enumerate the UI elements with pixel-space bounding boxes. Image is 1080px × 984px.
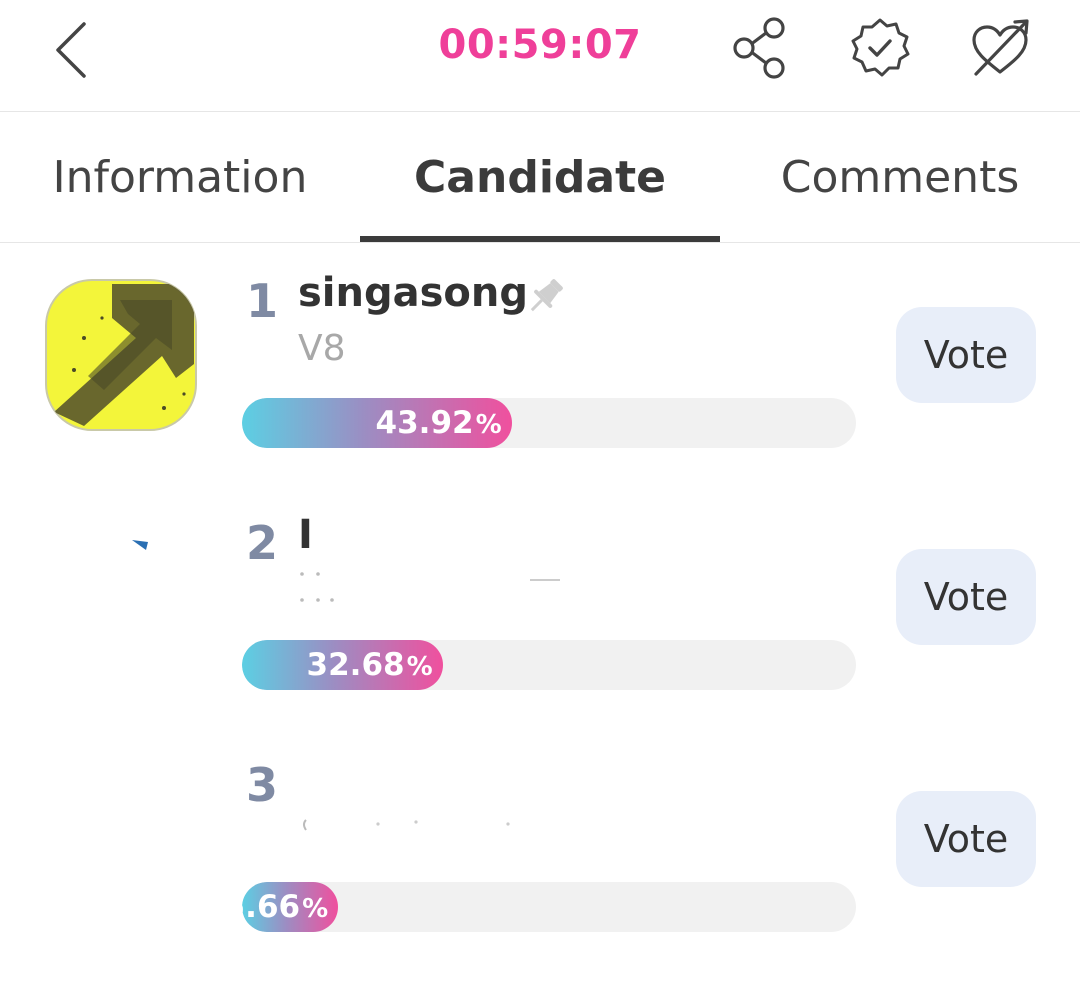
vote-percent-value: 32.68 xyxy=(306,647,405,683)
candidate-rank: 2 xyxy=(245,516,278,570)
vote-button[interactable]: Vote xyxy=(896,307,1036,403)
vote-progress-bar: 15.66% xyxy=(242,882,856,932)
faint-artifacts xyxy=(298,808,538,838)
vote-progress-bar: 32.68% xyxy=(242,640,856,690)
candidate-avatar[interactable] xyxy=(44,520,198,674)
candidate-row: 1 singasong V8 43.92% Vote xyxy=(0,258,1080,500)
tab-comments[interactable]: Comments xyxy=(720,112,1080,242)
countdown-timer: 00:59:07 xyxy=(438,22,642,68)
heart-arrow-icon xyxy=(972,19,1029,76)
tab-candidate[interactable]: Candidate xyxy=(360,112,720,242)
top-bar: 00:59:07 xyxy=(0,0,1080,112)
candidate-rank: 1 xyxy=(245,274,278,328)
candidate-avatar[interactable] xyxy=(44,278,198,432)
verified-button[interactable] xyxy=(846,14,914,82)
vote-percent-label: 32.68% xyxy=(307,640,433,690)
candidate-name: singasong xyxy=(298,270,529,316)
tab-information[interactable]: Information xyxy=(0,112,360,242)
candidate-rank: 3 xyxy=(245,758,278,812)
share-button[interactable] xyxy=(726,14,794,82)
faint-artifacts xyxy=(298,516,594,606)
vote-percent-value: 15.66 xyxy=(242,889,301,925)
vote-button[interactable]: Vote xyxy=(896,549,1036,645)
cheer-button[interactable] xyxy=(966,14,1034,82)
candidate-row: 2 I 32.68% Vote xyxy=(0,500,1080,742)
candidate-avatar[interactable] xyxy=(44,762,198,916)
vote-percent-label: 43.92% xyxy=(376,398,502,448)
vote-progress-bar: 43.92% xyxy=(242,398,856,448)
verified-badge-icon xyxy=(851,18,910,77)
vote-button[interactable]: Vote xyxy=(896,791,1036,887)
vote-percent-value: 43.92 xyxy=(375,405,474,441)
vote-page: 00:59:07 Information Candidate Comments … xyxy=(0,0,1080,984)
blank-avatar-icon xyxy=(132,540,148,550)
share-icon xyxy=(733,17,785,79)
active-tab-indicator xyxy=(360,236,720,242)
pin-icon xyxy=(524,274,568,318)
tab-bar: Information Candidate Comments xyxy=(0,112,1080,243)
blank-avatar-icon xyxy=(44,762,198,916)
percent-sign: % xyxy=(406,652,433,682)
percent-sign: % xyxy=(302,894,329,924)
percent-sign: % xyxy=(475,410,502,440)
candidate-subtitle: V8 xyxy=(298,328,346,369)
candidate-name: I xyxy=(298,512,313,558)
vote-percent-label: 15.66% xyxy=(242,882,328,932)
arrow-logo-icon xyxy=(45,279,197,431)
candidate-row: 3 15.66% Vote xyxy=(0,742,1080,984)
